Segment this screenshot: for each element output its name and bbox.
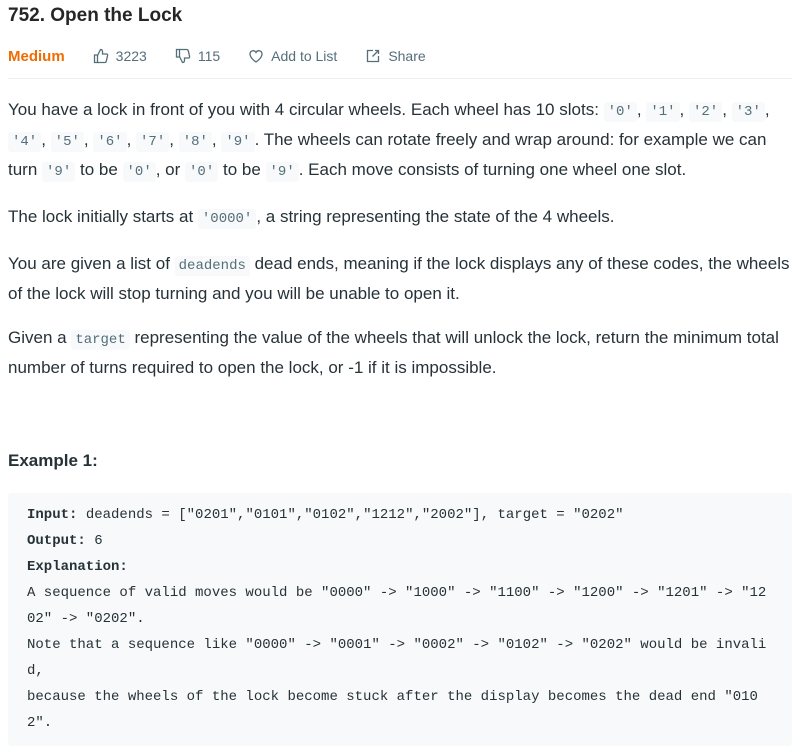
text: You are given a list of	[8, 254, 175, 273]
sep: ,	[83, 130, 94, 149]
description-paragraph-1: You have a lock in front of you with 4 c…	[8, 96, 792, 186]
like-count: 3223	[115, 48, 147, 64]
inline-code: deadends	[174, 256, 250, 276]
explanation-label: Explanation:	[27, 559, 128, 575]
problem-title: 752. Open the Lock	[8, 5, 183, 26]
problem-meta-bar: Medium 3223 115 Add to List Share	[8, 38, 792, 79]
sep: ,	[722, 100, 732, 119]
slot-code: '3'	[731, 102, 765, 122]
like-button[interactable]: 3223	[93, 48, 147, 64]
slot-code: '7'	[136, 132, 170, 152]
problem-description: You have a lock in front of you with 4 c…	[8, 96, 792, 381]
description-paragraph-3: You are given a list of deadends dead en…	[8, 250, 792, 307]
output-label: Output:	[27, 533, 86, 549]
thumbs-down-icon	[175, 48, 191, 64]
add-to-list-button[interactable]: Add to List	[248, 48, 337, 64]
text: , or	[155, 160, 186, 179]
text: Given a	[8, 328, 72, 347]
inline-code: '9'	[42, 162, 76, 182]
inline-code: '9'	[265, 162, 299, 182]
sep: ,	[169, 130, 179, 149]
difficulty-label: Medium	[8, 47, 65, 65]
inline-code: target	[71, 330, 130, 350]
example-code-block: Input: deadends = ["0201","0101","0102",…	[8, 493, 792, 746]
share-button[interactable]: Share	[365, 48, 426, 64]
explanation-text: A sequence of valid moves would be "0000…	[27, 585, 767, 731]
text: . Each move consists of turning one whee…	[298, 160, 687, 179]
dislike-button[interactable]: 115	[175, 48, 220, 64]
sep: ,	[126, 130, 137, 149]
sep: ,	[636, 100, 647, 119]
input-label: Input:	[27, 507, 78, 523]
sep: ,	[679, 100, 689, 119]
slot-code: '5'	[50, 132, 84, 152]
text: to be	[75, 160, 123, 179]
share-label: Share	[388, 48, 426, 64]
text: , a string representing the state of the…	[256, 207, 615, 226]
dislike-count: 115	[197, 48, 221, 64]
inline-code: '0'	[122, 162, 156, 182]
input-value: deadends = ["0201","0101","0102","1212",…	[77, 507, 624, 523]
sep: ,	[764, 100, 770, 119]
slot-code: '8'	[178, 132, 212, 152]
description-paragraph-4: Given a target representing the value of…	[8, 324, 792, 381]
slot-code: '1'	[646, 102, 680, 122]
text: You have a lock in front of you with 4 c…	[8, 100, 604, 119]
slot-code: '9'	[221, 132, 255, 152]
example-heading: Example 1:	[8, 451, 98, 470]
add-to-list-label: Add to List	[271, 48, 338, 64]
problem-page: 752. Open the Lock Medium 3223 115 Add t…	[0, 0, 792, 746]
slot-code: '6'	[93, 132, 127, 152]
heart-icon	[249, 50, 263, 63]
inline-code: '0'	[185, 162, 219, 182]
sep: ,	[211, 130, 222, 149]
slot-code: '4'	[8, 132, 42, 152]
thumbs-up-icon	[93, 48, 108, 64]
sep: ,	[41, 130, 51, 149]
inline-code: '0000'	[197, 209, 257, 229]
description-paragraph-2: The lock initially starts at '0000', a s…	[8, 203, 792, 233]
slot-code: '0'	[603, 102, 637, 122]
output-value: 6	[85, 533, 103, 549]
text: The lock initially starts at	[8, 207, 198, 226]
share-icon	[367, 49, 380, 63]
slot-code: '2'	[688, 102, 723, 122]
text: to be	[218, 160, 266, 179]
